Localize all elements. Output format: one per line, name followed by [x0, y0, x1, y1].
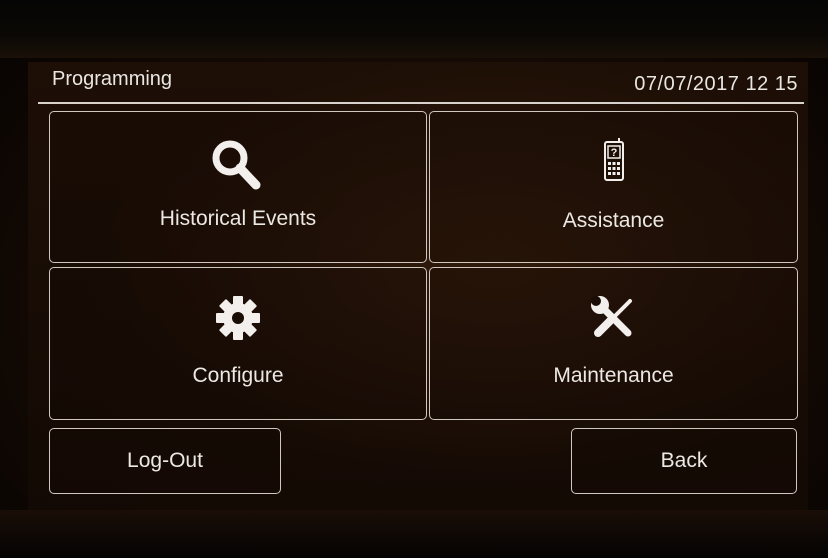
maintenance-label: Maintenance [553, 364, 674, 387]
assistance-button[interactable]: ? Assistance [429, 111, 798, 263]
gear-icon [216, 296, 260, 340]
search-icon [212, 140, 261, 190]
configure-label: Configure [192, 364, 284, 387]
datetime-display: 07/07/2017 12 15 [634, 73, 798, 95]
touch-screen: Programming 07/07/2017 12 15 Historical … [28, 62, 808, 510]
back-button[interactable]: Back [571, 428, 797, 494]
phone-help-icon: ? [603, 138, 624, 181]
configure-button[interactable]: Configure [49, 267, 427, 420]
svg-text:?: ? [610, 147, 617, 159]
assistance-label: Assistance [562, 209, 665, 232]
device-photo: Programming 07/07/2017 12 15 Historical … [0, 0, 828, 558]
bottom-bezel [0, 510, 828, 558]
logout-button[interactable]: Log-Out [49, 428, 281, 494]
historical-events-label: Historical Events [159, 207, 317, 230]
historical-events-button[interactable]: Historical Events [49, 111, 427, 263]
header-bar: Programming 07/07/2017 12 15 [38, 66, 804, 104]
top-bezel [0, 0, 828, 58]
maintenance-button[interactable]: Maintenance [429, 267, 798, 420]
tools-icon [590, 296, 632, 337]
page-title: Programming [52, 68, 173, 90]
